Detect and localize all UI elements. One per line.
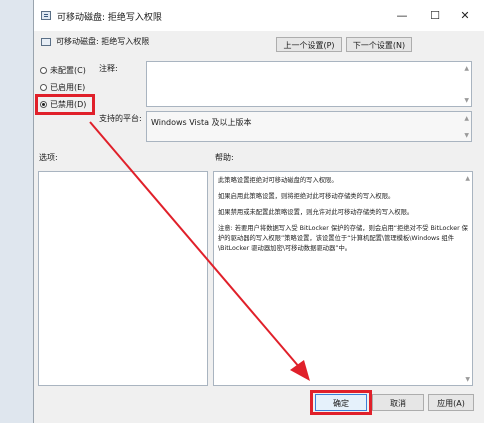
arrow-line	[89, 121, 301, 369]
arrow-head-icon	[290, 360, 310, 381]
annotation-arrow	[89, 121, 310, 381]
